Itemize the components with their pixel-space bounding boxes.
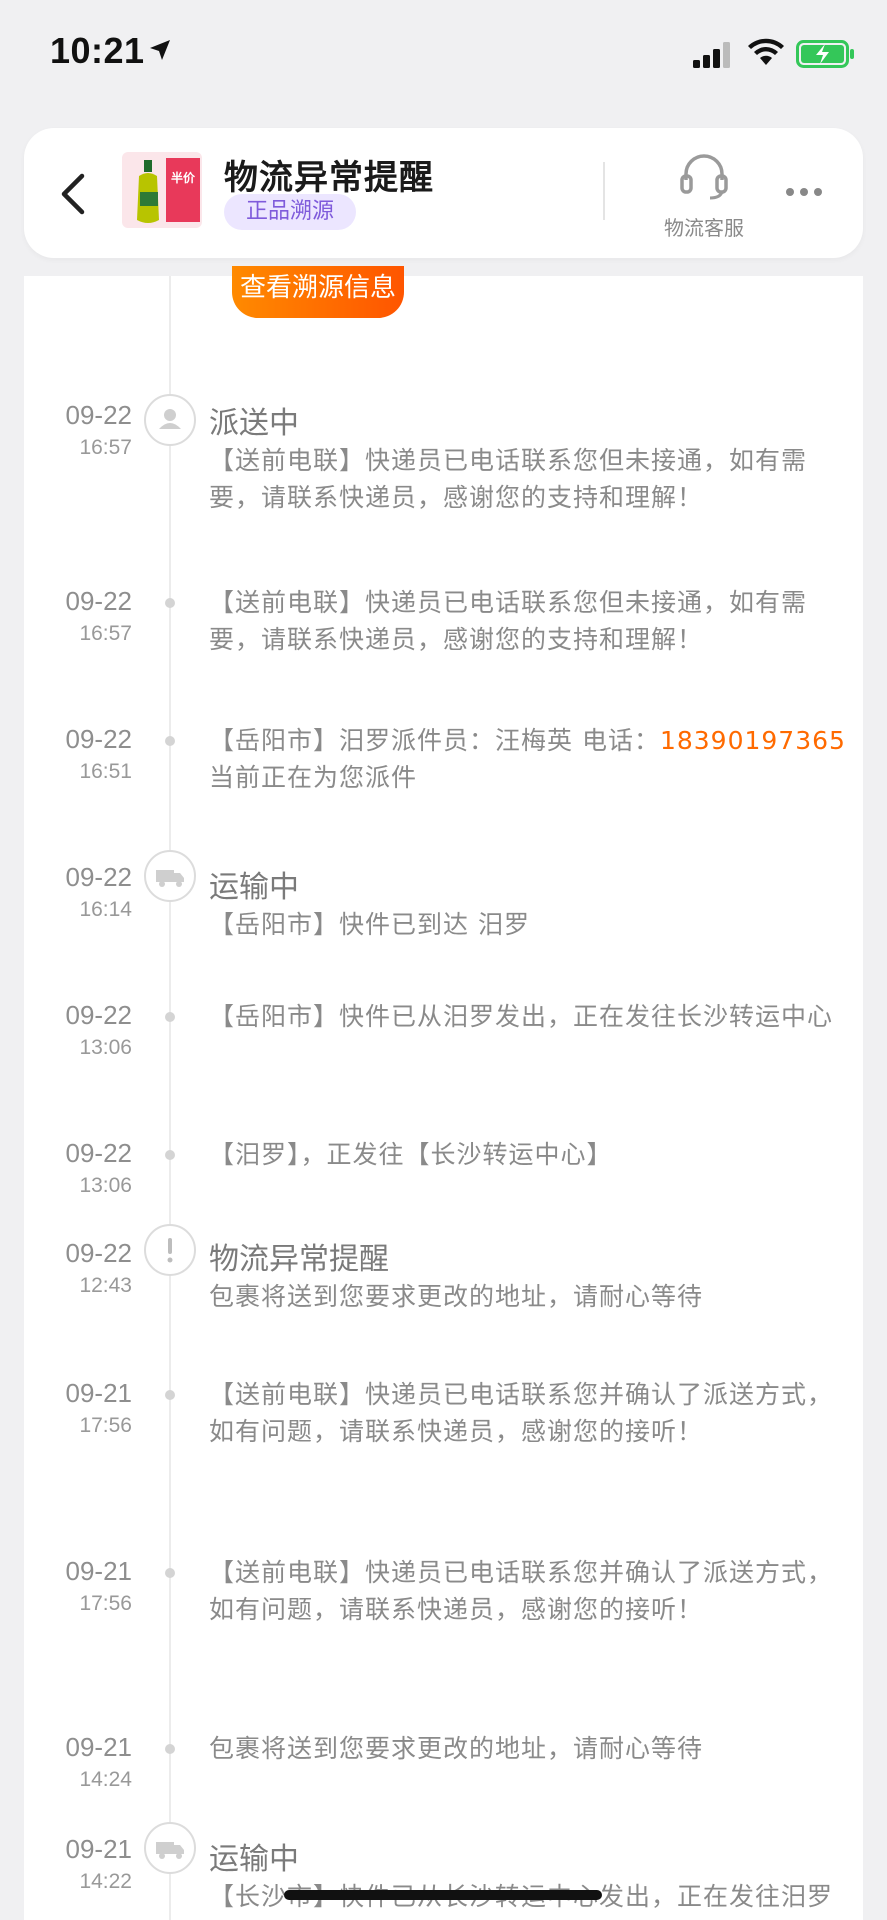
timeline-dot xyxy=(165,1744,175,1754)
customer-service-label: 物流客服 xyxy=(664,216,744,240)
event-date: 09-21 xyxy=(65,1378,133,1408)
status-time: 10:21 xyxy=(50,30,145,71)
event-date: 09-21 xyxy=(65,1732,133,1762)
event-time: 16:57 xyxy=(79,622,132,645)
event-text: 包裹将送到您要求更改的地址，请耐心等待 xyxy=(209,1282,704,1311)
home-indicator[interactable] xyxy=(284,1890,602,1900)
event-date: 09-22 xyxy=(65,1238,133,1268)
headset-icon xyxy=(680,154,728,200)
page-title: 物流异常提醒 xyxy=(224,158,434,198)
truck-icon xyxy=(144,1822,196,1874)
event-time: 12:43 xyxy=(79,1274,132,1297)
event-date: 09-22 xyxy=(65,724,133,754)
event-date: 09-22 xyxy=(65,1000,133,1030)
person-icon xyxy=(144,394,196,446)
signal-icon xyxy=(693,42,730,68)
event-text: 【汨罗】，正发往【长沙转运中心】 xyxy=(209,1140,613,1169)
more-button[interactable] xyxy=(764,168,844,218)
timeline-dot xyxy=(165,1390,175,1400)
timeline-dot xyxy=(165,1150,175,1160)
event-time: 13:06 xyxy=(79,1174,132,1197)
event-text: 【岳阳市】快件已到达 汨罗 xyxy=(209,910,530,939)
header-divider xyxy=(603,162,605,220)
more-dots-icon xyxy=(786,188,822,196)
event-time: 17:56 xyxy=(79,1592,132,1615)
timeline-line xyxy=(169,276,171,1920)
event-status: 运输中 xyxy=(209,870,299,905)
product-bottle-image: 半价 xyxy=(122,152,202,228)
event-status: 运输中 xyxy=(209,1842,299,1877)
event-text: 【送前电联】快递员已电话联系您但未接通，如有需要，请联系快递员，感谢您的支持和理… xyxy=(209,588,808,654)
timeline-dot xyxy=(165,598,175,608)
event-time: 17:56 xyxy=(79,1414,132,1437)
event-text: 【送前电联】快递员已电话联系您但未接通，如有需要，请联系快递员，感谢您的支持和理… xyxy=(209,446,808,512)
event-date: 09-22 xyxy=(65,400,133,430)
customer-service-button[interactable]: 物流客服 xyxy=(624,148,784,248)
event-time: 16:51 xyxy=(79,760,132,783)
event-date: 09-22 xyxy=(65,862,133,892)
thumb-price-label: 半价 xyxy=(171,170,196,185)
event-text-prefix: 【岳阳市】汨罗派件员：汪梅英 电话： xyxy=(209,726,660,755)
event-text: 【送前电联】快递员已电话联系您并确认了派送方式，如有问题，请联系快递员，感谢您的… xyxy=(209,1380,834,1446)
back-button[interactable] xyxy=(52,164,102,224)
timeline-panel: 查看溯源信息 09-22 16:57 派送中 【送前电联】快递员已电话联系您但未… xyxy=(24,266,863,1920)
event-text: 【岳阳市】汨罗派件员：汪梅英 电话：18390197365 当前正在为您派件 xyxy=(209,722,849,796)
event-status: 物流异常提醒 xyxy=(209,1242,389,1277)
battery-charging-icon xyxy=(796,40,854,68)
event-text: 包裹将送到您要求更改的地址，请耐心等待 xyxy=(209,1734,704,1763)
timeline-dot xyxy=(165,1568,175,1578)
chevron-left-icon xyxy=(61,173,85,215)
event-text: 【岳阳市】快件已从汨罗发出，正在发往长沙转运中心 xyxy=(209,1002,834,1031)
status-bar: 10:21 xyxy=(0,0,887,110)
exclamation-icon xyxy=(144,1224,196,1276)
event-date: 09-22 xyxy=(65,586,133,616)
truck-icon xyxy=(144,850,196,902)
courier-phone-link[interactable]: 18390197365 xyxy=(660,726,846,755)
product-thumbnail[interactable]: 半价 xyxy=(122,152,202,228)
event-time: 16:14 xyxy=(79,898,132,921)
timeline-dot xyxy=(165,1012,175,1022)
event-date: 09-21 xyxy=(65,1556,133,1586)
event-time: 13:06 xyxy=(79,1036,132,1059)
wifi-icon xyxy=(748,38,784,65)
event-time: 16:57 xyxy=(79,436,132,459)
event-date: 09-22 xyxy=(65,1138,133,1168)
view-trace-button[interactable]: 查看溯源信息 xyxy=(232,266,404,318)
event-time: 14:24 xyxy=(79,1768,132,1791)
event-date: 09-21 xyxy=(65,1834,133,1864)
logistics-page: 10:21 半价 物流异常提醒 正品溯源 物流客服 查看溯源信息 09-22 1… xyxy=(0,0,887,1920)
header-card: 半价 物流异常提醒 正品溯源 物流客服 xyxy=(24,128,863,258)
event-text: 【送前电联】快递员已电话联系您并确认了派送方式，如有问题，请联系快递员，感谢您的… xyxy=(209,1558,834,1624)
event-status: 派送中 xyxy=(209,406,299,441)
event-time: 14:22 xyxy=(79,1870,132,1893)
event-text-suffix: 当前正在为您派件 xyxy=(209,763,418,792)
authentic-trace-badge[interactable]: 正品溯源 xyxy=(224,194,357,230)
timeline-dot xyxy=(165,736,175,746)
location-arrow-icon xyxy=(150,40,170,60)
